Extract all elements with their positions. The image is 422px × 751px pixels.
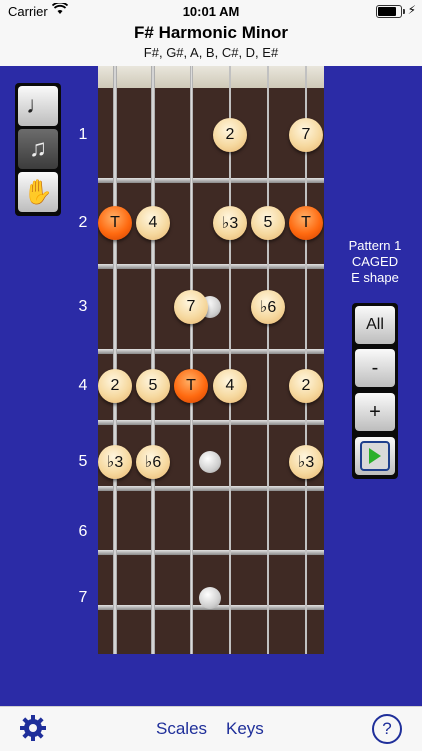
fret-label: 2 <box>78 214 88 231</box>
fretboard[interactable]: 2 7 T 4 ♭3 5 T 7 ♭6 2 5 T 4 2 ♭3 ♭6 ♭3 <box>98 66 324 654</box>
guitar-string <box>151 66 155 654</box>
fret-wire <box>98 420 324 425</box>
hand-icon: ✋ <box>23 178 53 206</box>
header-bar: Carrier 10:01 AM ⚡ F# Harmonic Minor F#,… <box>0 0 422 66</box>
charging-icon: ⚡ <box>407 3 416 17</box>
next-pattern-button[interactable]: + <box>355 393 395 431</box>
notes-mode-button[interactable]: ♫ <box>18 129 58 169</box>
pattern-shape: E shape <box>351 270 399 285</box>
scale-note-marker[interactable]: 2 <box>98 369 132 403</box>
scales-button[interactable]: Scales <box>156 719 207 739</box>
fret-wire <box>98 349 324 354</box>
scale-note-marker[interactable]: 5 <box>251 206 285 240</box>
play-button[interactable] <box>355 437 395 475</box>
help-button[interactable]: ? <box>372 714 402 744</box>
fret-inlay-dot <box>199 587 221 609</box>
fret-wire <box>98 550 324 555</box>
fretboard-nut <box>98 66 324 88</box>
all-patterns-button[interactable]: All <box>355 306 395 344</box>
fret-wire <box>98 486 324 491</box>
scale-note-marker[interactable]: 4 <box>136 206 170 240</box>
pattern-name: Pattern 1 <box>348 238 402 253</box>
scale-note-marker[interactable]: ♭3 <box>213 206 247 240</box>
scale-title: F# Harmonic Minor <box>134 23 288 42</box>
guitar-string <box>305 66 307 654</box>
previous-pattern-button[interactable]: - <box>355 349 395 387</box>
fret-label: 6 <box>78 523 88 540</box>
status-bar: Carrier 10:01 AM ⚡ <box>0 0 422 22</box>
fret-label: 4 <box>78 377 88 394</box>
scale-note-marker[interactable]: 7 <box>289 118 323 152</box>
pattern-control-panel: All - + <box>352 303 398 479</box>
scale-notes: F#, G#, A, B, C#, D, E# <box>143 45 279 60</box>
pattern-info: Pattern 1 CAGED E shape <box>334 238 416 286</box>
status-time: 10:01 AM <box>182 4 240 19</box>
scale-note-marker[interactable]: 2 <box>213 118 247 152</box>
scale-note-marker[interactable]: 7 <box>174 290 208 324</box>
scale-note-marker[interactable]: 5 <box>136 369 170 403</box>
fret-label: 7 <box>78 589 88 606</box>
tonic-note-marker[interactable]: T <box>289 206 323 240</box>
pattern-system: CAGED <box>351 254 399 269</box>
tonic-note-marker[interactable]: T <box>98 206 132 240</box>
scale-note-marker[interactable]: ♭6 <box>136 445 170 479</box>
gear-icon <box>20 715 46 741</box>
scale-note-marker[interactable]: 2 <box>289 369 323 403</box>
fret-inlay-dot <box>199 451 221 473</box>
bottom-toolbar: Scales Keys ? <box>0 706 422 751</box>
fret-label: 1 <box>78 126 88 143</box>
notes-icon: ♫ <box>29 135 47 162</box>
scale-note-marker[interactable]: 4 <box>213 369 247 403</box>
keys-button[interactable]: Keys <box>226 719 264 739</box>
play-icon <box>360 441 390 471</box>
battery-icon <box>376 5 405 18</box>
guitar-string <box>189 66 193 654</box>
single-note-mode-button[interactable]: ♩ <box>18 86 58 126</box>
guitar-string <box>267 66 269 654</box>
scale-note-marker[interactable]: ♭6 <box>251 290 285 324</box>
settings-button[interactable] <box>18 713 48 743</box>
fret-label: 5 <box>78 453 88 470</box>
mode-panel: ♩ ♫ ✋ <box>15 83 61 216</box>
guitar-string <box>113 66 117 654</box>
scale-note-marker[interactable]: ♭3 <box>98 445 132 479</box>
fret-wire <box>98 264 324 269</box>
fret-wire <box>98 178 324 183</box>
fret-label: 3 <box>78 298 88 315</box>
single-note-icon: ♩ <box>26 92 50 119</box>
tonic-note-marker[interactable]: T <box>174 369 208 403</box>
guitar-string <box>228 66 232 654</box>
scale-note-marker[interactable]: ♭3 <box>289 445 323 479</box>
hand-mode-button[interactable]: ✋ <box>18 172 58 212</box>
